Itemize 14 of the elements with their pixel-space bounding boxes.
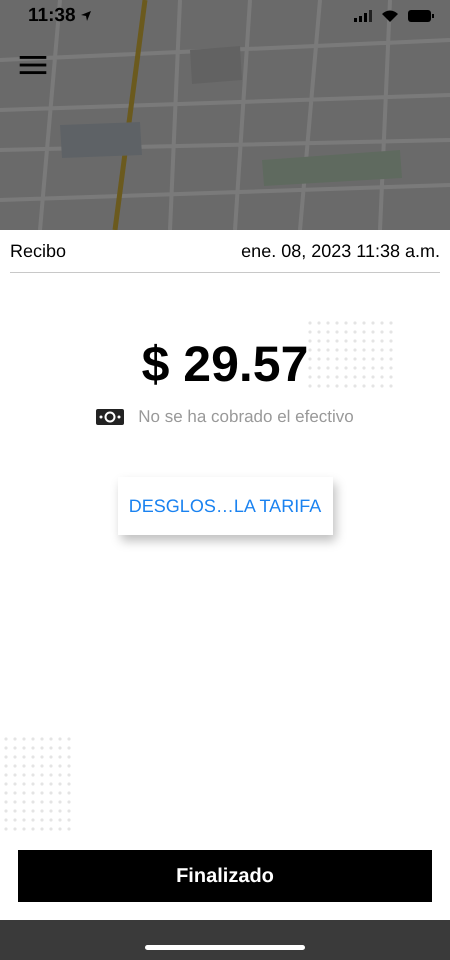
home-indicator[interactable] (145, 944, 305, 950)
status-time: 11:38 (28, 5, 76, 27)
cash-icon (96, 409, 124, 425)
receipt-title: Recibo (10, 240, 66, 262)
fare-breakdown-button[interactable]: DESGLOS…LA TARIFA (118, 477, 332, 535)
wifi-icon (382, 10, 398, 22)
signal-icon (354, 10, 372, 22)
location-arrow-icon (80, 10, 92, 22)
receipt-date: ene. 08, 2023 11:38 a.m. (241, 240, 440, 262)
menu-icon[interactable] (19, 56, 47, 75)
fare-amount: $ 29.57 (142, 335, 308, 393)
cash-status-text: No se ha cobrado el efectivo (138, 407, 354, 427)
battery-icon (408, 10, 434, 22)
finish-button[interactable]: Finalizado (18, 850, 432, 902)
